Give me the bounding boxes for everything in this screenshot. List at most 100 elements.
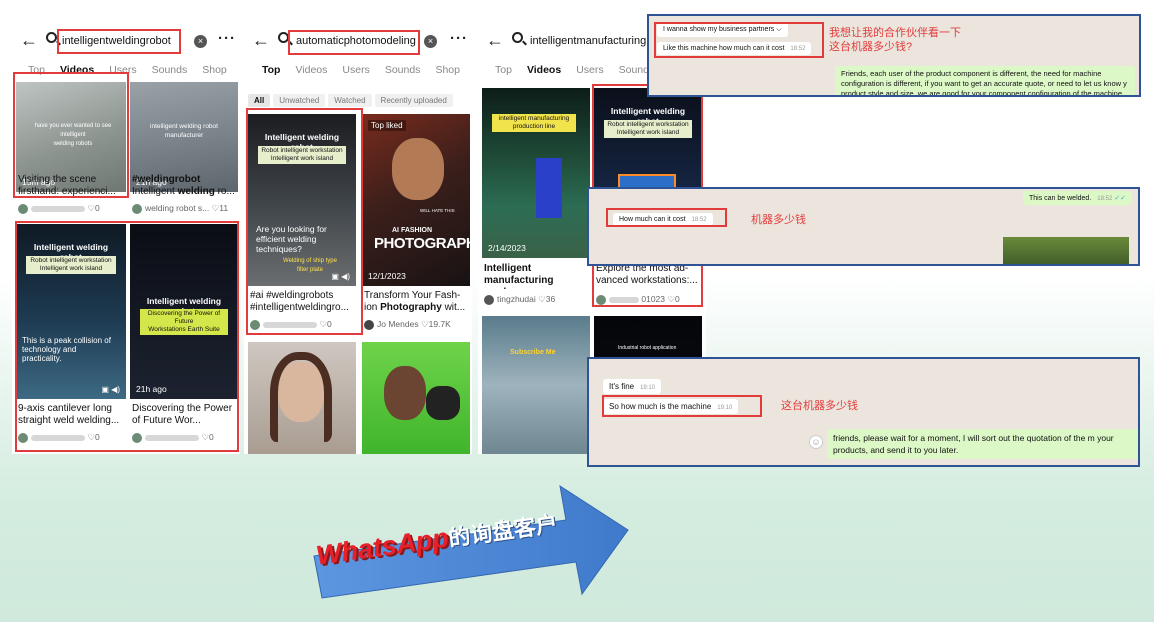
avatar[interactable]	[250, 319, 260, 330]
whatsapp-chat-2: This can be welded. 18:52 ✓✓ How much can…	[587, 187, 1140, 266]
blurred-username	[263, 321, 317, 328]
tab-shop[interactable]: Shop	[202, 64, 227, 76]
search-header: ← intelligentweldingrobot × ···	[12, 24, 240, 60]
heart-icon: ♡	[667, 294, 676, 304]
search-query[interactable]: intelligentmanufacturing	[530, 35, 646, 47]
avatar[interactable]	[18, 432, 28, 443]
message-incoming[interactable]: How much can it cost 18:52	[613, 213, 713, 226]
heart-icon: ♡	[201, 432, 209, 442]
search-icon	[278, 32, 289, 43]
search-tabs: TopVideosUsersSoundsShopLI	[262, 64, 472, 82]
chip-recently-uploaded[interactable]: Recently uploaded	[374, 94, 453, 107]
like-count: 0	[95, 432, 100, 442]
back-arrow-icon[interactable]: ←	[486, 30, 504, 50]
tab-top[interactable]: Top	[495, 64, 512, 76]
tab-top[interactable]: Top	[262, 64, 280, 76]
video-thumbnail[interactable]: Subscribe Me	[482, 316, 590, 454]
message-incoming[interactable]: I wanna show my business partners ⌵	[657, 23, 788, 37]
tab-sounds[interactable]: Sounds	[385, 64, 421, 76]
avatar[interactable]	[484, 294, 494, 305]
whatsapp-chat-3: It's fine 19:10 So how much is the machin…	[587, 357, 1140, 467]
video-thumbnail[interactable]: intelligent manufacturing production lin…	[482, 88, 590, 258]
avatar[interactable]	[132, 203, 142, 214]
video-caption[interactable]: Explore the most ad-vanced workstations:…	[596, 263, 700, 289]
tab-users[interactable]: Users	[109, 64, 136, 76]
tab-sounds[interactable]: Sounds	[152, 64, 188, 76]
tab-top[interactable]: Top	[28, 64, 45, 76]
username[interactable]: Jo Mendes	[377, 319, 419, 329]
video-thumbnail[interactable]: Intelligent welding robot Discovering th…	[130, 224, 238, 399]
thumbnail-title-small: AI FASHION	[392, 227, 433, 234]
caption-hashtag[interactable]: #weldingrobot	[132, 174, 200, 185]
message-outgoing[interactable]: friends, please wait for a moment, I wil…	[827, 429, 1138, 459]
video-age: 21h ago	[136, 384, 167, 394]
video-caption[interactable]: Visiting the scene firsthand: experienci…	[18, 174, 126, 198]
more-options-icon[interactable]: ···	[218, 30, 236, 47]
video-caption[interactable]: Discovering the Power of Future Wor...	[132, 403, 238, 427]
tab-shop[interactable]: Shop	[435, 64, 460, 76]
tab-videos[interactable]: Videos	[527, 64, 561, 76]
video-caption[interactable]: Intelligent manufacturing produ...	[484, 263, 590, 289]
chip-watched[interactable]: Watched	[328, 94, 372, 107]
video-caption[interactable]: Transform Your Fash-ion Photography wit.…	[364, 290, 470, 314]
video-date: 2/14/2023	[488, 243, 526, 253]
search-panel-welding-robot: ← intelligentweldingrobot × ··· Top Video…	[12, 24, 240, 454]
username[interactable]: tingzhudai	[497, 294, 536, 304]
machine-shape	[536, 158, 562, 218]
clear-icon[interactable]: ×	[424, 35, 437, 48]
video-caption[interactable]: #weldingrobot Intelligent welding ro...	[132, 174, 238, 198]
back-arrow-icon[interactable]: ←	[20, 30, 38, 50]
avatar[interactable]	[596, 294, 606, 305]
blurred-username	[145, 434, 199, 441]
like-count: 0	[327, 319, 332, 329]
slide: { "panel1": { "query": "intelligentweldi…	[0, 0, 1154, 622]
video-caption[interactable]: 9-axis cantilever long straight weld wel…	[18, 403, 126, 427]
tab-videos[interactable]: Videos	[60, 64, 94, 76]
message-outgoing[interactable]: Friends, each user of the product compon…	[835, 66, 1135, 95]
back-arrow-icon[interactable]: ←	[252, 30, 270, 50]
video-controls-icon[interactable]: ▣ ◀)	[331, 272, 350, 281]
video-meta: Jo Mendes ♡19.7K	[364, 319, 451, 330]
video-thumbnail[interactable]	[248, 342, 356, 454]
video-thumbnail[interactable]	[362, 342, 470, 454]
message-incoming[interactable]: It's fine 19:10	[603, 379, 662, 394]
top-liked-badge: Top liked	[368, 120, 406, 131]
tab-videos[interactable]: Videos	[295, 64, 327, 76]
thumbnail-overlay-text: Are you looking for efficient welding te…	[256, 224, 327, 254]
heart-icon: ♡	[538, 294, 546, 304]
tab-users[interactable]: Users	[576, 64, 603, 76]
search-query[interactable]: automaticphotomodeling	[296, 35, 416, 47]
username[interactable]: welding robot s...	[145, 203, 209, 213]
image-preview[interactable]	[1003, 237, 1129, 264]
avatar[interactable]	[364, 319, 374, 330]
message-outgoing[interactable]: This can be welded. 18:52 ✓✓	[1023, 191, 1132, 205]
video-thumbnail[interactable]: Top liked WILL HATE THIS AI FASHION PHOT…	[362, 114, 470, 286]
clear-icon[interactable]: ×	[194, 35, 207, 48]
video-date: 12/1/2023	[368, 271, 406, 281]
presenter-face	[392, 138, 444, 200]
shirt-text: WILL HATE THIS	[420, 208, 455, 213]
chip-unwatched[interactable]: Unwatched	[273, 94, 326, 107]
chevron-down-icon[interactable]: ⌵	[776, 26, 781, 33]
video-meta: 01023 ♡0	[596, 294, 680, 305]
heart-icon: ♡	[319, 319, 327, 329]
blurred-username	[31, 205, 85, 212]
tab-users[interactable]: Users	[342, 64, 369, 76]
emoji-icon[interactable]: ☺	[809, 435, 823, 449]
thumbnail-overlay-text: Subscribe Me	[510, 349, 556, 356]
video-caption[interactable]: #ai #weldingrobots #intelligentweldingro…	[250, 290, 356, 314]
chip-all[interactable]: All	[248, 94, 271, 107]
video-thumbnail[interactable]: Intelligent welding robot Robot intellig…	[248, 114, 356, 286]
video-thumbnail[interactable]: Intelligent welding robot Robot intellig…	[16, 224, 126, 399]
search-query[interactable]: intelligentweldingrobot	[62, 35, 171, 47]
video-meta: ♡0	[250, 319, 332, 330]
more-options-icon[interactable]: ···	[450, 30, 468, 47]
avatar[interactable]	[132, 432, 142, 443]
username-fragment: 01023	[641, 294, 666, 304]
like-count: 36	[545, 294, 556, 304]
message-incoming[interactable]: So how much is the machine 19:10	[603, 399, 739, 414]
video-controls-icon[interactable]: ▣ ◀)	[101, 385, 120, 394]
avatar[interactable]	[18, 203, 28, 214]
message-incoming[interactable]: Like this machine how much can it cost 18…	[657, 42, 812, 55]
like-count: 0	[675, 294, 680, 304]
